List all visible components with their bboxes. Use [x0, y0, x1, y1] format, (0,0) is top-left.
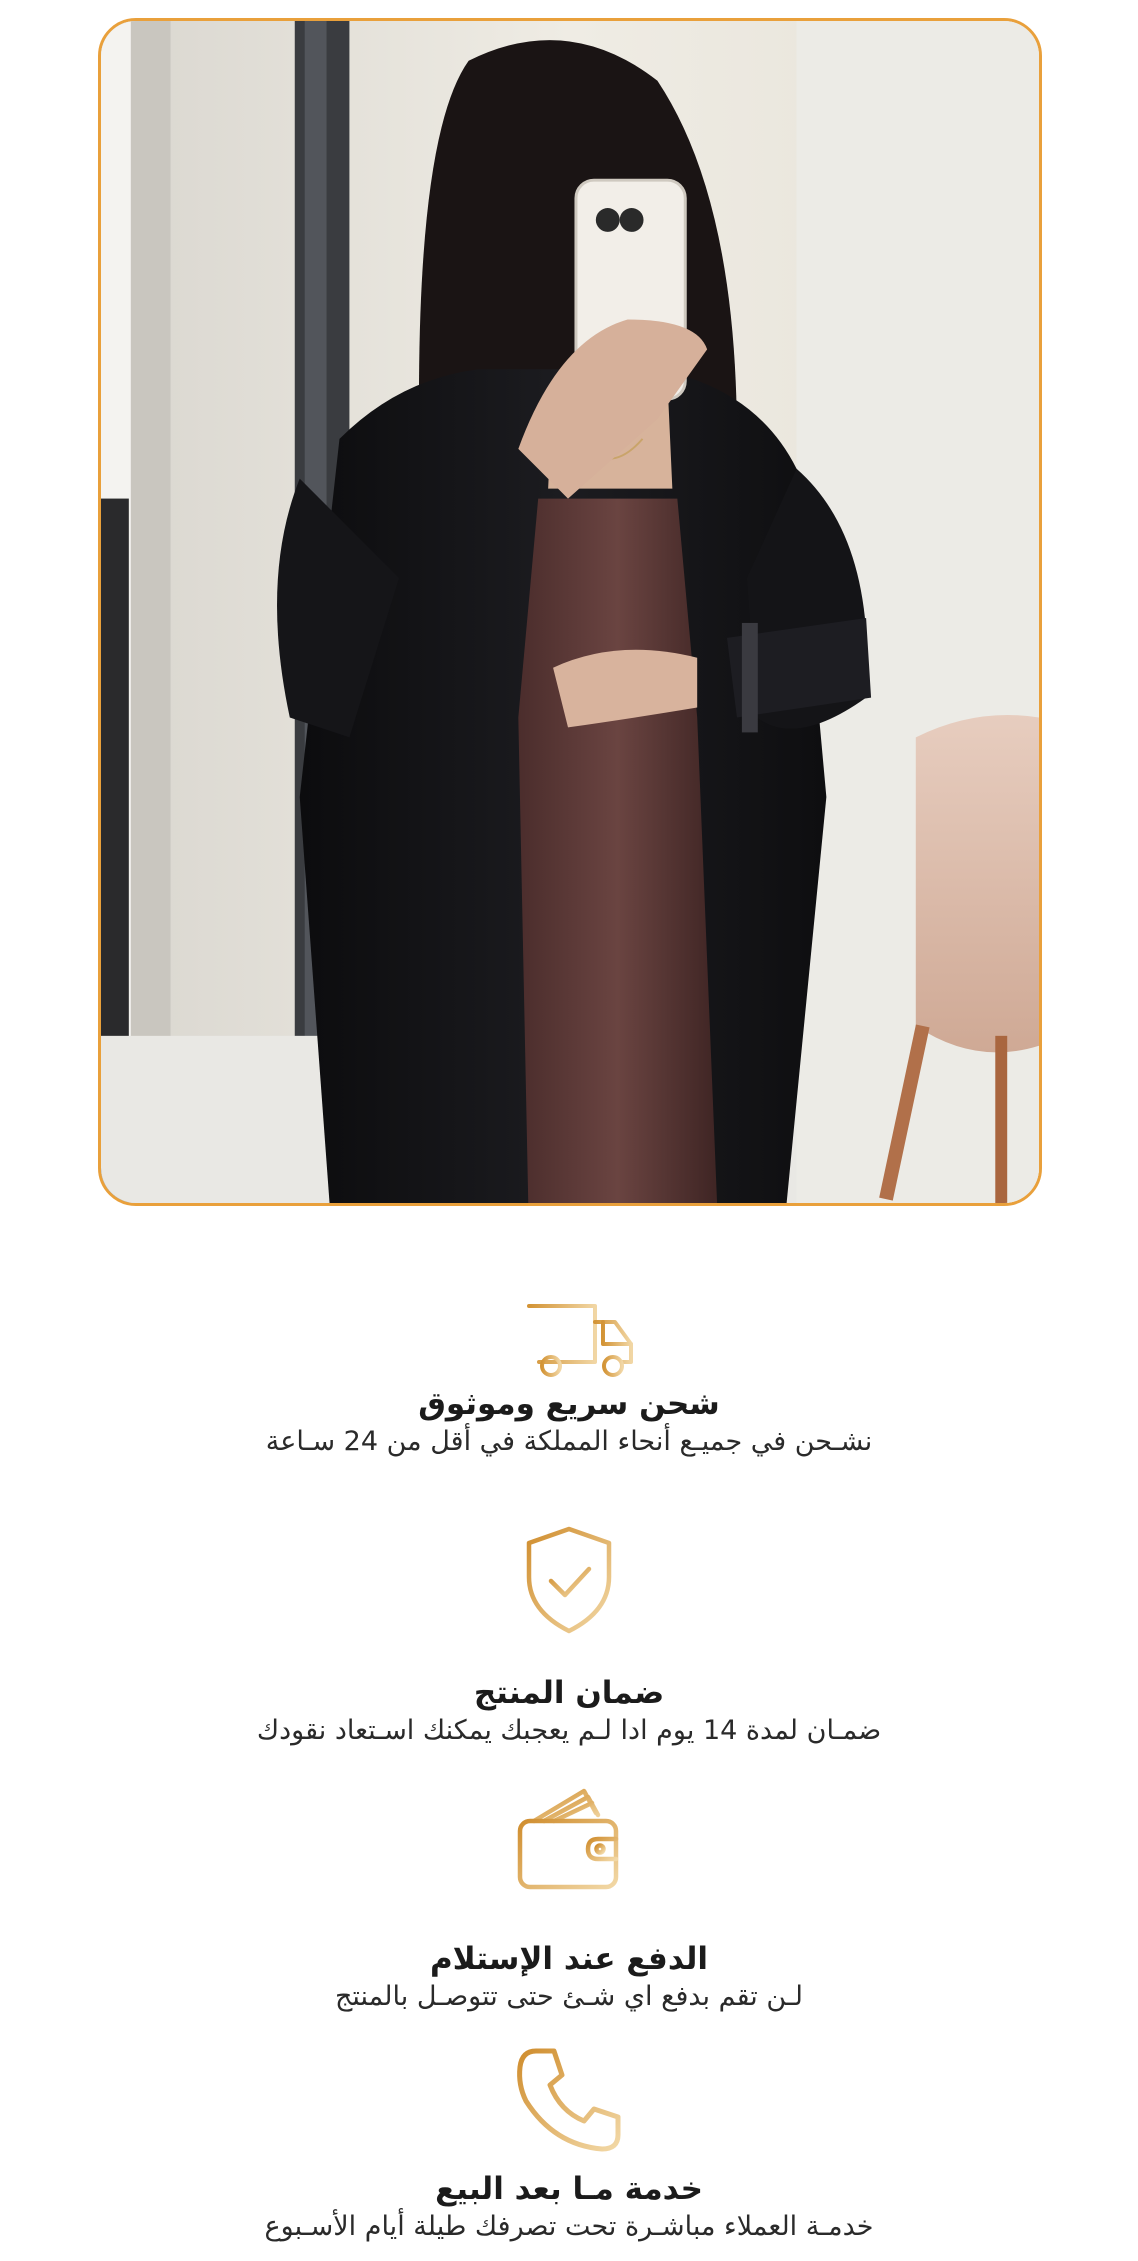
feature-description: ضمـان لمدة 14 يوم ادا لـم يعجبك يمكنك اس…: [256, 1715, 882, 1746]
feature-title: خدمة مـا بعد البيع: [435, 2171, 703, 2207]
shield-check-icon: [0, 1525, 1138, 1639]
product-photo-illustration: [101, 21, 1039, 1203]
feature-description: نشـحن في جميـع أنحاء المملكة في أقل من 2…: [265, 1426, 873, 1457]
feature-description: لـن تقم بدفع اي شـئ حتى تتوصـل بالمنتج: [334, 1981, 804, 2012]
feature-after-sales-support: خدمة مـا بعد البيع خدمـة العملاء مباشـرة…: [0, 2045, 1138, 2245]
feature-title: ضمان المنتج: [473, 1675, 665, 1711]
feature-description: خدمـة العملاء مباشـرة تحت تصرفك طيلة أيا…: [264, 2211, 874, 2242]
phone-icon: [0, 2045, 1138, 2159]
feature-cash-on-delivery: الدفع عند الإستلام لـن تقم بدفع اي شـئ ح…: [0, 1783, 1138, 2015]
feature-title: الدفع عند الإستلام: [429, 1941, 709, 1977]
feature-shipping: شحن سريع وموثوق نشـحن في جميـع أنحاء الم…: [0, 1300, 1138, 1460]
feature-warranty: ضمان المنتج ضمـان لمدة 14 يوم ادا لـم يع…: [0, 1525, 1138, 1749]
wallet-icon: [0, 1783, 1138, 1897]
product-photo: [98, 18, 1042, 1206]
delivery-truck-icon: [0, 1300, 1138, 1384]
feature-title: شحن سريع وموثوق: [418, 1386, 720, 1422]
